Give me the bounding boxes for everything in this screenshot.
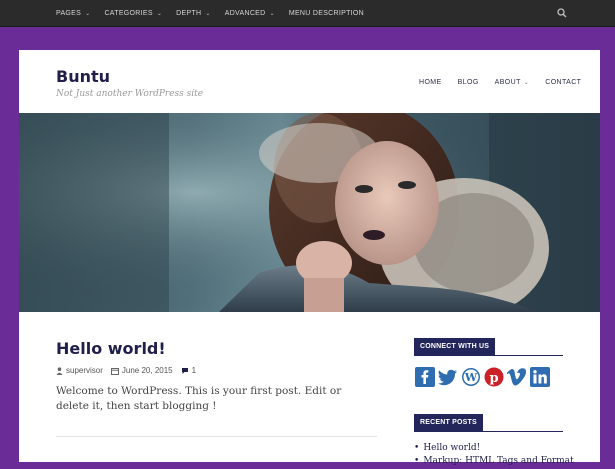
top-menu-label: PAGES xyxy=(56,9,82,17)
search-icon[interactable] xyxy=(557,8,567,18)
hero-image xyxy=(19,113,600,312)
top-menu-item-pages[interactable]: PAGES ⌄ xyxy=(56,10,90,17)
nav-item-about[interactable]: ABOUT ⌄ xyxy=(495,79,530,86)
top-menu-item-advanced[interactable]: ADVANCED ⌄ xyxy=(225,10,275,17)
nav-item-contact[interactable]: CONTACT xyxy=(545,79,581,86)
recent-post-link[interactable]: Markup: HTML Tags and Format xyxy=(414,456,573,466)
post-comments[interactable]: 1 xyxy=(181,366,196,375)
post-title[interactable]: Hello world! xyxy=(56,339,166,358)
comment-count: 1 xyxy=(191,366,197,375)
vimeo-icon[interactable] xyxy=(507,367,527,387)
calendar-icon xyxy=(110,367,119,375)
chevron-down-icon: ⌄ xyxy=(269,10,275,17)
recent-posts-widget-title: RECENT POSTS xyxy=(414,414,483,431)
wordpress-icon[interactable]: W xyxy=(461,367,481,387)
post-author[interactable]: supervisor xyxy=(56,366,103,375)
chevron-down-icon: ⌄ xyxy=(156,10,163,17)
connect-widget-title: CONNECT WITH US xyxy=(414,338,496,355)
svg-text:W: W xyxy=(464,371,478,384)
page-card: Buntu Not Just another WordPress site HO… xyxy=(19,50,600,466)
social-links: W p xyxy=(415,367,553,387)
top-menu-item-depth[interactable]: DEPTH ⌄ xyxy=(176,10,211,17)
main-menu: HOME BLOG ABOUT ⌄ CONTACT xyxy=(419,79,597,86)
site-title[interactable]: Buntu xyxy=(56,67,110,86)
user-icon xyxy=(56,366,63,375)
top-menu-item-categories[interactable]: CATEGORIES ⌄ xyxy=(104,10,162,17)
nav-label: CONTACT xyxy=(545,79,582,86)
post-meta: supervisor June 20, 2015 1 xyxy=(56,366,204,375)
comment-icon xyxy=(181,367,188,374)
widget-divider xyxy=(414,431,563,432)
nav-item-home[interactable]: HOME xyxy=(419,79,442,86)
recent-posts-list: Hello world! Markup: HTML Tags and Forma… xyxy=(414,443,574,469)
post-divider xyxy=(56,436,377,437)
top-menu-label: DEPTH xyxy=(176,9,202,17)
chevron-down-icon: ⌄ xyxy=(523,80,530,86)
pinterest-icon[interactable]: p xyxy=(484,367,504,387)
svg-text:p: p xyxy=(489,371,498,386)
twitter-icon[interactable] xyxy=(438,367,458,387)
top-menu-label: ADVANCED xyxy=(224,9,266,17)
chevron-down-icon: ⌄ xyxy=(85,10,91,17)
portrait-image xyxy=(19,113,600,312)
recent-post-link[interactable]: Hello world! xyxy=(414,443,574,453)
date-text: June 20, 2015 xyxy=(121,366,173,375)
top-menu-label: MENU DESCRIPTION xyxy=(288,9,365,17)
nav-label: HOME xyxy=(419,79,442,86)
facebook-icon[interactable] xyxy=(415,367,435,387)
top-menu: PAGES ⌄ CATEGORIES ⌄ DEPTH ⌄ ADVANCED ⌄ … xyxy=(56,0,378,26)
site-tagline: Not Just another WordPress site xyxy=(56,89,204,99)
chevron-down-icon: ⌄ xyxy=(205,10,211,17)
top-menu-item-menu-description[interactable]: MENU DESCRIPTION xyxy=(289,10,364,17)
nav-label: ABOUT xyxy=(494,79,521,86)
post-date[interactable]: June 20, 2015 xyxy=(110,366,173,375)
nav-label: BLOG xyxy=(457,79,479,86)
author-name: supervisor xyxy=(66,366,103,375)
top-menu-label: CATEGORIES xyxy=(104,9,153,17)
nav-item-blog[interactable]: BLOG xyxy=(458,79,479,86)
widget-divider xyxy=(414,355,563,356)
top-bar: PAGES ⌄ CATEGORIES ⌄ DEPTH ⌄ ADVANCED ⌄ … xyxy=(0,0,615,27)
post-excerpt: Welcome to WordPress. This is your first… xyxy=(56,385,342,412)
linkedin-icon[interactable] xyxy=(530,367,550,387)
